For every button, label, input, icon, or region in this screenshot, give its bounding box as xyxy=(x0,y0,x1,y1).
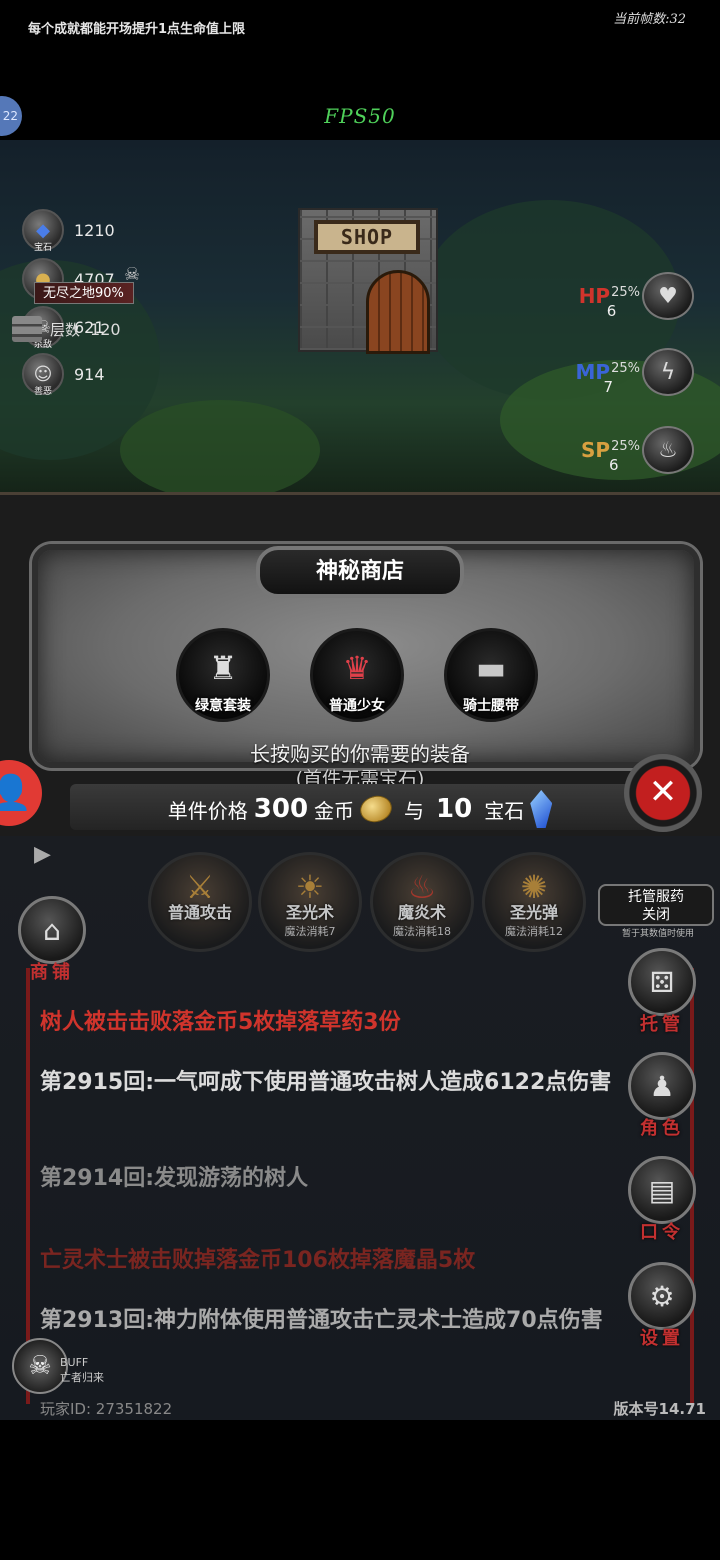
resource-karma: ☺ 善恶 914 xyxy=(22,353,105,397)
buff-name: 亡者归来 xyxy=(60,1371,104,1384)
books-icon xyxy=(12,316,42,342)
karma-count: 914 xyxy=(74,364,105,384)
armor-icon: ♜ xyxy=(208,649,238,687)
coin-icon xyxy=(357,792,395,826)
level-badge[interactable]: 22 xyxy=(0,96,22,136)
price-line: 单件价格 300 金币 与 10 宝石 xyxy=(0,790,720,828)
skull-icon: ☠ xyxy=(124,264,141,285)
version-label: 版本号14.71 xyxy=(613,1400,706,1418)
auto-button[interactable]: ⚄ 托管 xyxy=(626,948,698,1036)
sp-potion[interactable]: SP 25% 6 ♨ xyxy=(581,426,694,474)
lightning-potion-icon: ϟ xyxy=(642,348,694,396)
character-button[interactable]: ♟ 角色 xyxy=(626,1052,698,1140)
play-icon[interactable]: ▶ xyxy=(34,842,51,867)
close-button[interactable]: ✕ xyxy=(624,754,702,832)
floor-value: 120 xyxy=(90,319,121,339)
log-entry: 亡灵术士被击败掉落金币106枚掉落魔晶5枚 xyxy=(40,1248,476,1273)
grass-foliage xyxy=(120,400,320,492)
resource-gems: ◆ 宝石 1210 xyxy=(22,209,115,253)
shop-door xyxy=(366,270,430,354)
shop-sign: SHOP xyxy=(314,220,420,254)
hooded-figure-icon: ♟ xyxy=(628,1052,696,1120)
skill-magic-flame[interactable]: ♨ 魔炎术 魔法消耗18 xyxy=(370,852,474,952)
log-entry: 第2915回:一气呵成下使用普通攻击树人造成6122点伤害 xyxy=(40,1070,612,1095)
dice-icon: ⚄ xyxy=(628,948,696,1016)
gem-price: 10 xyxy=(436,794,473,824)
shop-item-green-set[interactable]: ♜ 绿意套装 xyxy=(176,628,270,722)
gem-count: 1210 xyxy=(74,220,115,240)
log-entry: 第2913回:神力附体使用普通攻击亡灵术士造成70点伤害 xyxy=(40,1308,603,1333)
purchase-hint: 长按购买的你需要的装备 xyxy=(250,742,470,766)
progress-label: 无尽之地90% xyxy=(34,282,134,304)
shop-building[interactable]: SHOP xyxy=(298,208,438,354)
floor-label: 层数 xyxy=(50,320,81,339)
skill-holy-bullet[interactable]: ✺ 圣光弹 魔法消耗12 xyxy=(482,852,586,952)
shop-title: 神秘商店 xyxy=(256,546,464,598)
girl-icon: ♛ xyxy=(342,649,372,687)
hp-potion[interactable]: HP 25% 6 ♥ xyxy=(579,272,694,320)
fps-counter: FPS50 xyxy=(324,104,396,128)
auto-potion-hint: 暂于其数值时使用 xyxy=(621,929,694,939)
belt-icon: ▬ xyxy=(475,649,507,687)
gem-icon xyxy=(530,790,553,828)
gear-icon: ⚙ xyxy=(628,1262,696,1330)
skill-holy-light[interactable]: ☀ 圣光术 魔法消耗7 xyxy=(258,852,362,952)
potion-icon: ♥ xyxy=(642,272,694,320)
shop-item-ordinary-girl[interactable]: ♛ 普通少女 xyxy=(310,628,404,722)
log-entry: 第2914回:发现游荡的树人 xyxy=(40,1166,309,1191)
mask-icon: ☺ 善恶 xyxy=(22,353,64,397)
shop-icon: ⌂ xyxy=(18,896,86,964)
auto-potion-toggle[interactable]: 托管服药 关闭 xyxy=(598,884,714,926)
gem-icon: ◆ 宝石 xyxy=(22,209,64,253)
mp-potion[interactable]: MP 25% 7 ϟ xyxy=(576,348,694,396)
player-id: 玩家ID: 27351822 xyxy=(40,1400,173,1418)
frame-count: 当前帧数:32 xyxy=(613,12,686,27)
settings-button[interactable]: ⚙ 设置 xyxy=(626,1262,698,1350)
book-icon: ▤ xyxy=(628,1156,696,1224)
buff-label: BUFF xyxy=(60,1356,89,1369)
gold-price: 300 xyxy=(253,794,309,824)
skill-normal-attack[interactable]: ⚔ 普通攻击 xyxy=(148,852,252,952)
floor-indicator: 层数 120 xyxy=(12,316,121,342)
food-icon: ♨ xyxy=(642,426,694,474)
shop-item-knight-belt[interactable]: ▬ 骑士腰带 xyxy=(444,628,538,722)
code-button[interactable]: ▤ 口令 xyxy=(626,1156,698,1244)
log-entry: 树人被击击败落金币5枚掉落草药3份 xyxy=(40,1010,401,1035)
achievement-tip: 每个成就都能开场提升1点生命值上限 xyxy=(28,22,246,37)
